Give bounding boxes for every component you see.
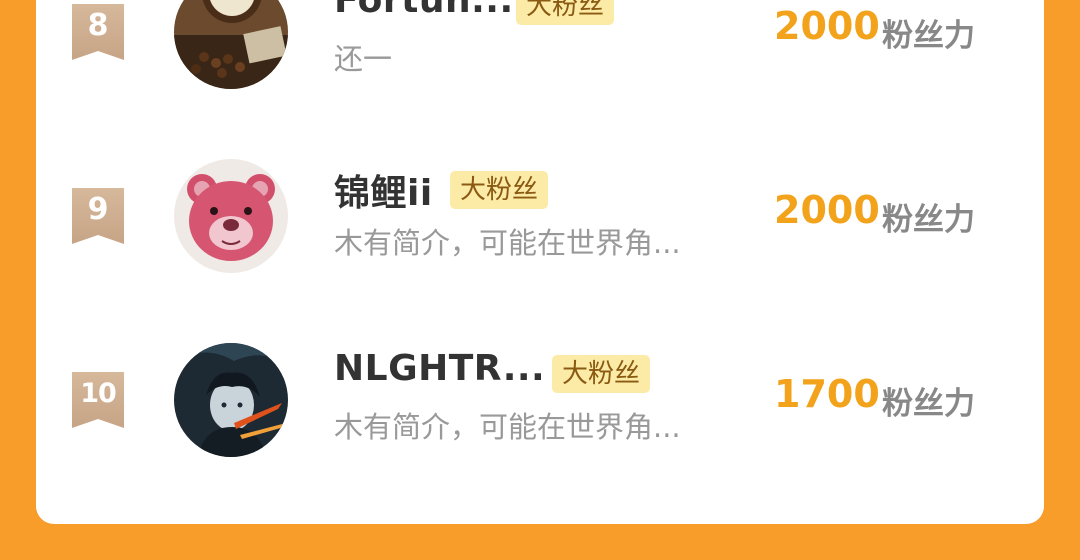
- fan-ranking-card: 8 Fortun... 大粉丝 还一 2000 粉丝力 9 锦鲤ii 大粉丝 木…: [36, 0, 1044, 524]
- rank-number: 8: [87, 8, 109, 43]
- rank-ribbon: 9: [72, 188, 124, 244]
- rank-number: 9: [87, 192, 109, 227]
- avatar[interactable]: [174, 0, 288, 89]
- pink-bear-avatar-icon: [174, 159, 288, 273]
- fan-level-badge: 大粉丝: [450, 171, 549, 209]
- fan-power-value: 2000: [774, 4, 880, 48]
- user-name[interactable]: 锦鲤ii: [334, 164, 433, 216]
- fan-level-badge: 大粉丝: [552, 355, 651, 393]
- rank-ribbon: 10: [72, 372, 124, 428]
- ranking-row[interactable]: 9 锦鲤ii 大粉丝 木有简介，可能在世界角... 2000 粉丝力: [36, 154, 1044, 284]
- fan-power-unit: 粉丝力: [882, 386, 975, 422]
- fan-power-unit: 粉丝力: [882, 202, 975, 238]
- user-name[interactable]: Fortun...: [334, 0, 514, 21]
- fan-level-badge: 大粉丝: [516, 0, 615, 25]
- user-name[interactable]: NLGHTR...: [334, 348, 545, 389]
- fan-power-value: 1700: [774, 372, 880, 416]
- ranking-row[interactable]: 10 NLGHTR... 大粉丝 木有简介，可能在世界角... 1700 粉丝力: [36, 338, 1044, 468]
- avatar[interactable]: [174, 343, 288, 457]
- avatar[interactable]: [174, 159, 288, 273]
- user-bio: 还一: [334, 42, 393, 76]
- anime-character-avatar-icon: [174, 343, 288, 457]
- user-bio: 木有简介，可能在世界角...: [334, 226, 681, 260]
- fan-power-value: 2000: [774, 188, 880, 232]
- user-bio: 木有简介，可能在世界角...: [334, 410, 681, 444]
- fan-power-unit: 粉丝力: [882, 18, 975, 54]
- rank-ribbon: 8: [72, 4, 124, 60]
- ranking-row[interactable]: 8 Fortun... 大粉丝 还一 2000 粉丝力: [36, 0, 1044, 100]
- clock-photo-avatar-icon: [174, 0, 288, 89]
- rank-number: 10: [80, 378, 117, 409]
